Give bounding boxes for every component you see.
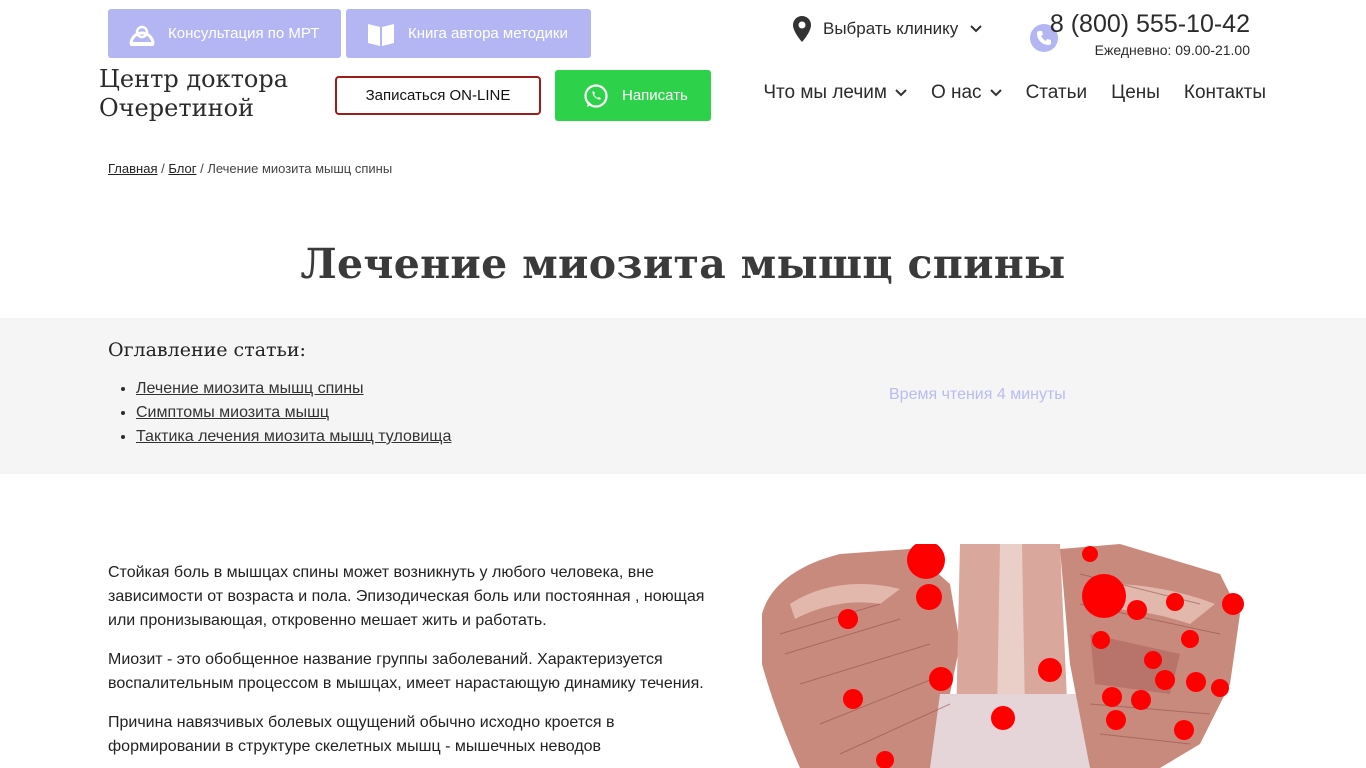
mri-scanner-icon <box>129 25 155 46</box>
back-muscles-illustration <box>760 544 1250 768</box>
toc-link[interactable]: Лечение миозита мышц спины <box>136 380 364 397</box>
online-booking-button[interactable]: Записаться ON-LINE <box>335 76 541 115</box>
breadcrumb: Главная / Блог / Лечение миозита мышц сп… <box>108 161 392 176</box>
article-paragraph: Стойкая боль в мышцах спины может возник… <box>108 564 705 629</box>
site-logo[interactable]: Центр доктора Очеретиной <box>99 65 329 123</box>
nav-item-prices[interactable]: Цены <box>1111 82 1160 104</box>
author-book-button[interactable]: Книга автора методики <box>346 9 591 58</box>
nav-item-label: О нас <box>930 82 982 103</box>
breadcrumb-separator: / <box>200 161 204 176</box>
mri-consultation-button[interactable]: Консультация по МРТ <box>108 9 341 58</box>
list-item: Лечение миозита мышц спины <box>136 377 451 401</box>
nav-item-label: Что мы лечим <box>763 82 887 103</box>
toc-title: Оглавление статьи: <box>108 339 306 361</box>
nav-item-contacts[interactable]: Контакты <box>1184 82 1266 104</box>
list-item: Симптомы миозита мышц <box>136 401 451 425</box>
chevron-down-icon <box>895 89 907 97</box>
whatsapp-write-button[interactable]: Написать <box>555 70 711 121</box>
online-booking-label: Записаться ON-LINE <box>365 87 511 104</box>
mri-consultation-label: Консультация по МРТ <box>168 25 320 42</box>
page-title: Лечение миозита мышц спины <box>300 240 1066 288</box>
chevron-down-icon <box>989 89 1002 97</box>
article-paragraph: Причина навязчивых болевых ощущений обыч… <box>108 714 615 755</box>
clinic-select[interactable]: Выбрать клинику <box>793 16 982 42</box>
reading-time: Время чтения 4 минуты <box>889 386 1066 403</box>
nav-item-label: Контакты <box>1183 82 1266 103</box>
clinic-select-label: Выбрать клинику <box>823 19 959 38</box>
whatsapp-write-label: Написать <box>622 87 688 104</box>
phone-number[interactable]: 8 (800) 555-10-42 <box>1050 10 1250 39</box>
article-body: Стойкая боль в мышцах спины может возник… <box>108 561 728 768</box>
article-paragraph: Миозит - это обобщенное название группы … <box>108 651 704 692</box>
toc-list: Лечение миозита мышц спины Симптомы миоз… <box>136 377 451 449</box>
breadcrumb-separator: / <box>161 161 165 176</box>
nav-item-treatments[interactable]: Что мы лечим <box>763 82 907 104</box>
working-hours: Ежедневно: 09.00-21.00 <box>1094 42 1250 58</box>
breadcrumb-current: Лечение миозита мышц спины <box>207 161 393 176</box>
breadcrumb-blog-link[interactable]: Блог <box>168 161 196 176</box>
table-of-contents: Оглавление статьи: Лечение миозита мышц … <box>0 318 1366 474</box>
nav-item-label: Статьи <box>1025 82 1088 103</box>
breadcrumb-home-link[interactable]: Главная <box>108 161 157 176</box>
author-book-label: Книга автора методики <box>408 25 568 42</box>
nav-item-articles[interactable]: Статьи <box>1026 82 1088 104</box>
nav-item-about[interactable]: О нас <box>931 82 1002 104</box>
nav-item-label: Цены <box>1111 82 1160 103</box>
whatsapp-icon <box>584 83 608 108</box>
main-nav: Что мы лечим О нас Статьи Цены Контакты <box>763 82 1266 104</box>
chevron-down-icon <box>970 25 982 33</box>
list-item: Тактика лечения миозита мышц туловища <box>136 425 451 449</box>
location-pin-icon <box>793 16 811 42</box>
toc-link[interactable]: Тактика лечения миозита мышц туловища <box>136 428 451 445</box>
open-book-icon <box>368 23 394 46</box>
toc-link[interactable]: Симптомы миозита мышц <box>136 404 329 421</box>
